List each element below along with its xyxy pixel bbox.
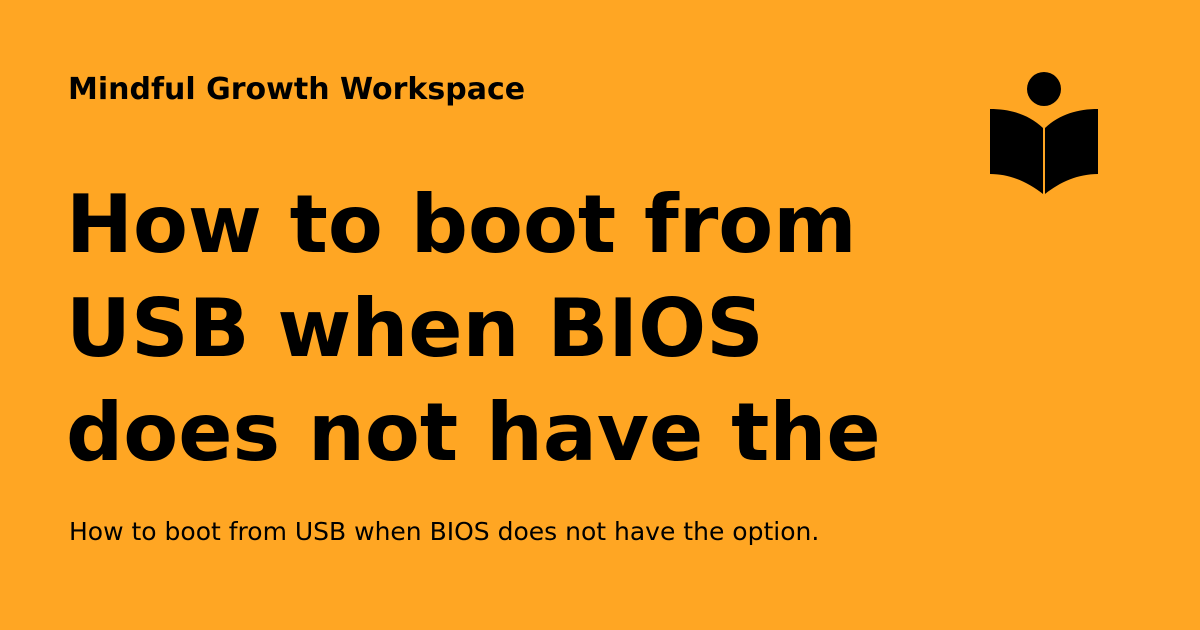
title-line: USB when BIOS xyxy=(66,282,764,375)
social-card: Mindful Growth Workspace How to boot fro… xyxy=(0,0,1200,630)
title-line: does not have the xyxy=(66,386,881,479)
page-title: How to boot from USB when BIOS does not … xyxy=(66,173,966,485)
site-name: Mindful Growth Workspace xyxy=(68,72,526,107)
title-line: How to boot from xyxy=(66,178,857,271)
reader-book-icon xyxy=(990,72,1098,194)
page-description: How to boot from USB when BIOS does not … xyxy=(69,517,820,546)
